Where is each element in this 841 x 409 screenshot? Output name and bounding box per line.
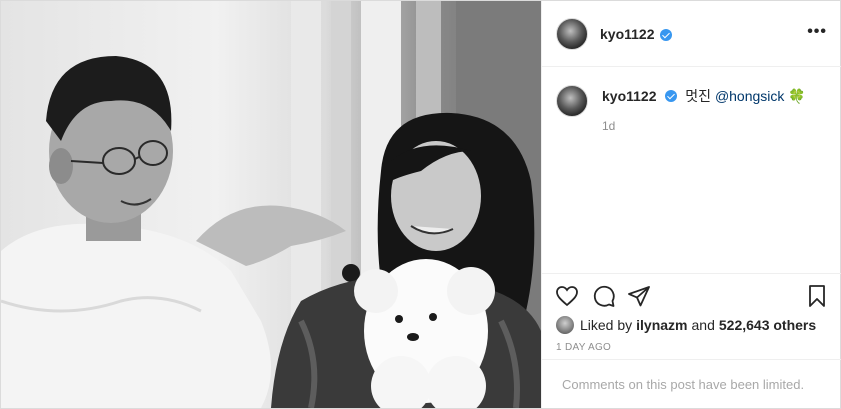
- post-photo[interactable]: [1, 1, 541, 408]
- caption-username[interactable]: kyo1122: [602, 88, 657, 104]
- clover-emoji: 🍀: [788, 88, 806, 104]
- posted-ago[interactable]: 1 DAY AGO: [556, 342, 611, 353]
- comment-icon[interactable]: [592, 284, 616, 308]
- instagram-post: kyo1122 ••• kyo1122 멋진 @hongsick 🍀 1d Li…: [0, 0, 841, 409]
- author-username[interactable]: kyo1122: [600, 26, 655, 42]
- likes-joiner: and: [691, 317, 715, 333]
- share-icon[interactable]: [627, 284, 651, 308]
- caption-text: 멋진: [685, 88, 712, 104]
- caption-avatar[interactable]: [556, 85, 588, 117]
- likes-count[interactable]: 522,643 others: [719, 317, 816, 333]
- liker-username[interactable]: ilynazm: [636, 317, 687, 333]
- liker-avatar[interactable]: [556, 316, 574, 334]
- post-side-panel: kyo1122 ••• kyo1122 멋진 @hongsick 🍀 1d Li…: [541, 1, 841, 408]
- verified-badge-icon: [659, 28, 672, 41]
- post-actions-section: Liked by ilynazm and 522,643 others 1 DA…: [542, 273, 841, 359]
- caption-mention-link[interactable]: @hongsick: [715, 88, 784, 104]
- action-icons-row: [555, 284, 829, 310]
- more-options-icon[interactable]: •••: [807, 23, 827, 41]
- heart-icon[interactable]: [555, 284, 579, 308]
- caption-comment: kyo1122 멋진 @hongsick 🍀 1d: [556, 85, 826, 135]
- caption-body: kyo1122 멋진 @hongsick 🍀 1d: [602, 87, 806, 135]
- photo-illustration: [1, 1, 541, 408]
- post-header: kyo1122 •••: [542, 1, 841, 67]
- author-avatar[interactable]: [556, 17, 588, 50]
- caption-time[interactable]: 1d: [602, 117, 806, 135]
- likes-prefix: Liked by: [580, 317, 633, 333]
- comments-limited-notice: Comments on this post have been limited.: [542, 359, 841, 408]
- bookmark-icon[interactable]: [805, 284, 829, 308]
- likes-summary: Liked by ilynazm and 522,643 others: [556, 316, 816, 334]
- verified-badge-icon: [665, 90, 678, 102]
